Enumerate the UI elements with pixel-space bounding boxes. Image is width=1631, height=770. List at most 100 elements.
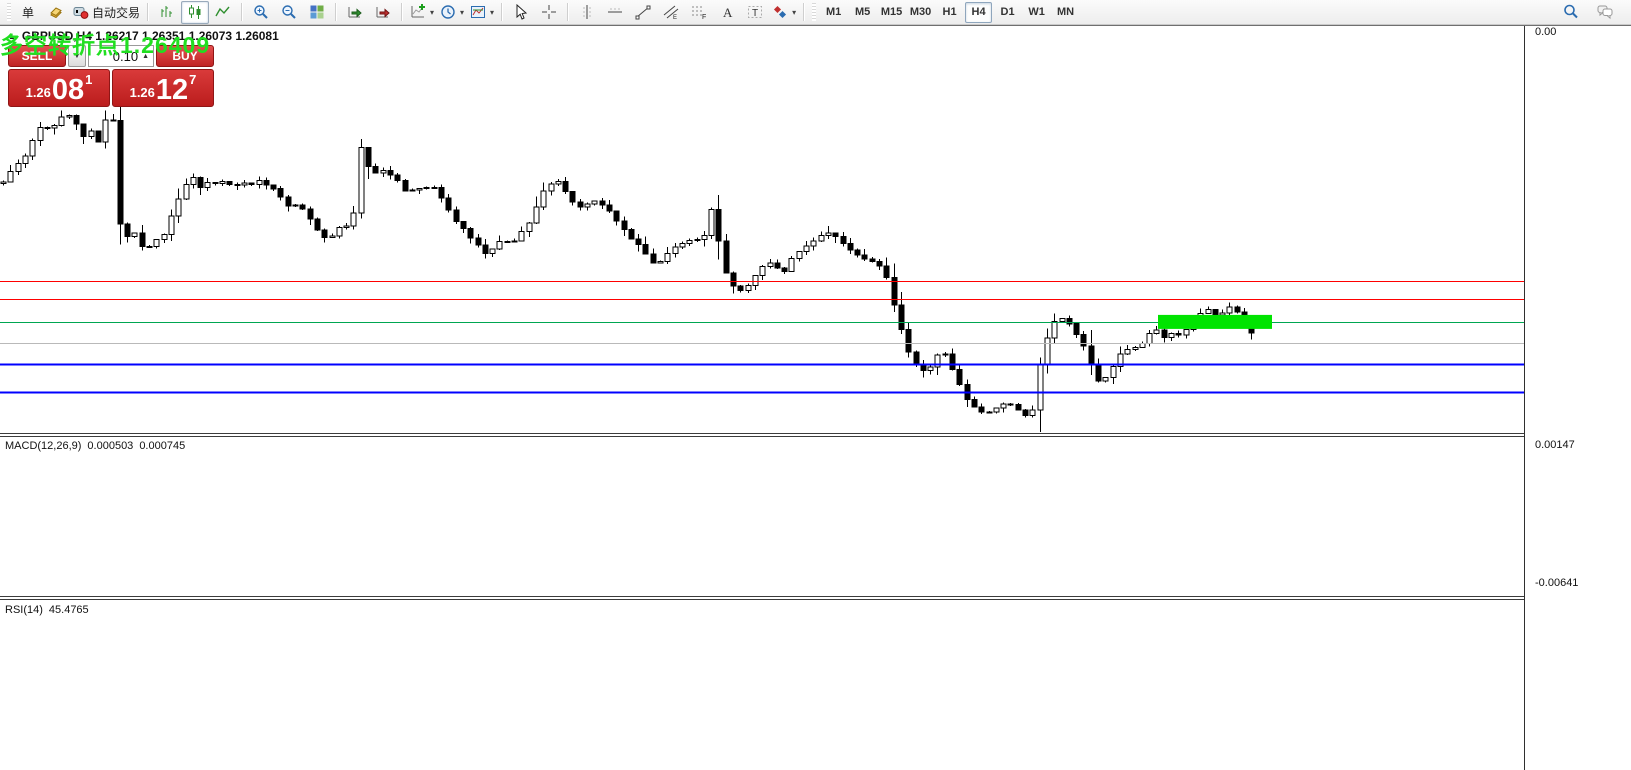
periods-button[interactable]: ▾: [437, 1, 467, 24]
buy-price-box[interactable]: 1.26 12 7: [112, 69, 214, 107]
market-watch-icon-icon: [48, 4, 64, 20]
candles-layer: [1, 103, 1254, 432]
autotrading-button[interactable]: 自动交易: [70, 1, 143, 24]
crosshair-button[interactable]: [535, 1, 563, 24]
timeframe-h1-button[interactable]: H1: [936, 2, 963, 23]
indicators-icon: [410, 4, 426, 20]
chart-annotation-text: 多空转折点1.26409: [0, 26, 210, 60]
main-chart-canvas[interactable]: [0, 26, 1524, 433]
autotrading-button-label: 自动交易: [92, 4, 140, 21]
search-icon[interactable]: [1557, 1, 1585, 24]
autotrading-icon: [73, 4, 89, 20]
timeframe-m15-button[interactable]: M15: [878, 2, 905, 23]
trendline-icon: [635, 4, 651, 20]
bar-chart-icon: [159, 4, 175, 20]
toolbar-separator: [401, 3, 403, 21]
toolbar-separator: [501, 3, 503, 21]
arrows-icon: [772, 4, 788, 20]
line-chart-button[interactable]: [209, 1, 237, 24]
macd-indicator-label: MACD(12,26,9) 0.000503 0.000745: [5, 440, 185, 452]
macd-axis-zero-label: 0.00: [1535, 26, 1556, 38]
buy-price-sup: 7: [189, 72, 196, 87]
timeframe-m30-button[interactable]: M30: [907, 2, 934, 23]
timeframe-m5-button[interactable]: M5: [849, 2, 876, 23]
templates-button[interactable]: ▾: [467, 1, 497, 24]
dropdown-arrow-icon[interactable]: ▾: [490, 8, 494, 17]
horizontal-line-icon: [607, 4, 623, 20]
equidistant-channel-icon: E: [663, 4, 679, 20]
new-order-button-label: 单: [22, 4, 34, 21]
timeframe-w1-button[interactable]: W1: [1023, 2, 1050, 23]
svg-text:A: A: [723, 5, 733, 20]
toolbar-separator: [567, 3, 569, 21]
indicators-button[interactable]: ▾: [407, 1, 437, 24]
macd-axis-min-label: -0.00641: [1535, 577, 1578, 589]
text-icon: A: [719, 4, 735, 20]
chart-window: 0.00147 0.00 -0.00641 ▲ GBPUSD,H4 1.2621…: [0, 25, 1631, 769]
horizontal-line-button[interactable]: [601, 1, 629, 24]
chat-icon[interactable]: [1591, 1, 1619, 24]
zoom-in-icon: [253, 4, 269, 20]
vertical-line-icon: [579, 4, 595, 20]
crosshair-icon: [541, 4, 557, 20]
highlight-rectangle[interactable]: [1158, 315, 1272, 329]
arrows-button[interactable]: ▾: [769, 1, 799, 24]
text-label-icon: T: [747, 4, 763, 20]
templates-icon: [470, 4, 486, 20]
svg-text:E: E: [673, 15, 677, 20]
chart-shift-icon: [375, 4, 391, 20]
text-label-button[interactable]: T: [741, 1, 769, 24]
zoom-out-button[interactable]: [275, 1, 303, 24]
sell-price-box[interactable]: 1.26 08 1: [8, 69, 110, 107]
periods-icon: [440, 4, 456, 20]
horizontal-lines-layer: [0, 282, 1524, 393]
text-button[interactable]: A: [713, 1, 741, 24]
svg-text:F: F: [702, 14, 706, 20]
time-axis[interactable]: [0, 748, 1524, 770]
zoom-in-button[interactable]: [247, 1, 275, 24]
fibonacci-button[interactable]: F: [685, 1, 713, 24]
macd-canvas[interactable]: [0, 437, 1524, 596]
macd-axis-max-label: 0.00147: [1535, 439, 1575, 451]
fibonacci-icon: F: [691, 4, 707, 20]
equidistant-channel-button[interactable]: E: [657, 1, 685, 24]
trendline-button[interactable]: [629, 1, 657, 24]
sell-price-sup: 1: [85, 72, 92, 87]
timeframe-h4-button[interactable]: H4: [965, 2, 992, 23]
timeframe-d1-button[interactable]: D1: [994, 2, 1021, 23]
tile-windows-icon: [309, 4, 325, 20]
timeframe-mn-button[interactable]: MN: [1052, 2, 1079, 23]
price-axis[interactable]: 0.00147 0.00 -0.00641: [1524, 26, 1631, 770]
line-chart-icon: [215, 4, 231, 20]
rsi-indicator-label: RSI(14) 45.4765: [5, 604, 89, 616]
toolbar-separator: [803, 3, 805, 21]
new-order-button[interactable]: 单: [14, 1, 42, 24]
candlestick-chart-button[interactable]: [181, 1, 209, 24]
toolbar-drag-handle[interactable]: [812, 3, 816, 21]
toolbar-separator: [335, 3, 337, 21]
candlestick-chart-icon: [187, 4, 203, 20]
toolbar-separator: [241, 3, 243, 21]
timeframe-m1-button[interactable]: M1: [820, 2, 847, 23]
toolbar: 单 自动交易 ▾ ▾ ▾ E F A T ▾ M1M5M15M30H1H4D1W1MN: [0, 0, 1631, 25]
toolbar-separator: [147, 3, 149, 21]
buy-price-big: 12: [156, 77, 188, 103]
chart-shift-button[interactable]: [369, 1, 397, 24]
dropdown-arrow-icon[interactable]: ▾: [460, 8, 464, 17]
sell-price-small: 1.26: [26, 85, 51, 100]
sell-price-big: 08: [52, 77, 84, 103]
rsi-canvas[interactable]: [0, 600, 1524, 748]
market-watch-icon[interactable]: [42, 1, 70, 24]
vertical-line-button[interactable]: [573, 1, 601, 24]
toolbar-drag-handle[interactable]: [7, 3, 11, 21]
bar-chart-button[interactable]: [153, 1, 181, 24]
tile-windows-button[interactable]: [303, 1, 331, 24]
cursor-icon: [513, 4, 529, 20]
svg-text:T: T: [752, 8, 758, 19]
dropdown-arrow-icon[interactable]: ▾: [430, 8, 434, 17]
buy-price-small: 1.26: [130, 85, 155, 100]
zoom-out-icon: [281, 4, 297, 20]
cursor-button[interactable]: [507, 1, 535, 24]
dropdown-arrow-icon[interactable]: ▾: [792, 8, 796, 17]
auto-scroll-button[interactable]: [341, 1, 369, 24]
